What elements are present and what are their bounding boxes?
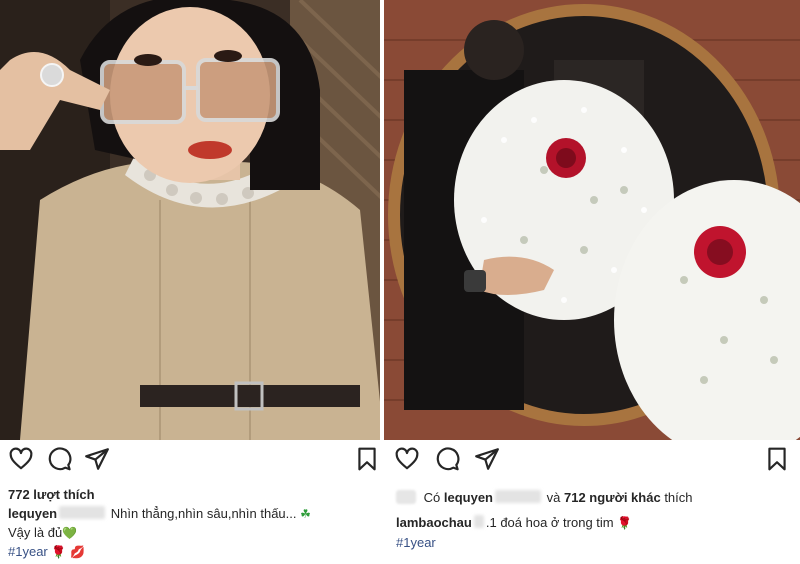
rose-emoji: 🌹 <box>617 516 633 530</box>
caption-line-2: #1year <box>396 534 436 551</box>
post-photo-woman-sunglasses[interactable] <box>0 0 384 440</box>
shamrock-emoji: ☘ <box>300 507 311 521</box>
liked-by-suffix: thích <box>664 490 693 505</box>
caption-text: .1 đoá hoa ở trong tim <box>485 515 614 530</box>
photo-illustration <box>384 0 800 440</box>
kiss-mark-emoji: 💋 <box>69 545 85 559</box>
comment-icon[interactable] <box>46 446 72 472</box>
hashtag-link[interactable]: #1year <box>8 544 48 559</box>
redacted-username-part <box>59 506 106 519</box>
instagram-post-left: 772 lượt thích lequyen Nhìn thẳng,nhìn s… <box>0 0 384 564</box>
liked-by-prefix: Có <box>423 490 441 505</box>
likes-count: 772 lượt thích <box>8 487 95 502</box>
liked-by-user-link[interactable]: lequyen <box>444 490 493 505</box>
bookmark-icon[interactable] <box>764 446 790 472</box>
caption-username[interactable]: lambaochau <box>396 515 472 530</box>
liked-by-and: và <box>546 490 561 505</box>
post-actions <box>0 446 384 476</box>
caption-line-1: lambaochau .1 đoá hoa ở trong tim 🌹 <box>396 514 632 532</box>
heart-icon[interactable] <box>394 446 420 472</box>
caption-username[interactable]: lequyen <box>8 506 57 521</box>
caption-text-2: Vậy là đủ <box>8 525 63 540</box>
liked-by-line: Có lequyen và 712 người khác thích <box>396 489 693 506</box>
instagram-post-right: Có lequyen và 712 người khác thích lamba… <box>384 0 800 564</box>
caption-line-3: #1year 🌹 💋 <box>8 543 85 561</box>
green-heart-emoji: 💚 <box>62 526 78 540</box>
redacted-username-part <box>495 490 541 503</box>
comment-icon[interactable] <box>434 446 460 472</box>
rose-emoji: 🌹 <box>51 545 67 559</box>
liked-by-others-link[interactable]: 712 người khác <box>564 490 661 505</box>
share-icon[interactable] <box>474 446 500 472</box>
caption-line-2: Vậy là đủ💚 <box>8 524 77 542</box>
hashtag-link[interactable]: #1year <box>396 535 436 550</box>
post-actions <box>384 446 800 476</box>
caption-text: Nhìn thẳng,nhìn sâu,nhìn thấu... <box>110 506 297 521</box>
share-icon[interactable] <box>84 446 110 472</box>
caption-line-1: lequyen Nhìn thẳng,nhìn sâu,nhìn thấu...… <box>8 505 311 523</box>
post-photo-flowers-mirror[interactable] <box>384 0 800 440</box>
heart-icon[interactable] <box>8 446 34 472</box>
photo-illustration <box>0 0 384 440</box>
bookmark-icon[interactable] <box>354 446 380 472</box>
redacted-username-part <box>473 515 484 528</box>
liker-avatar <box>396 490 416 504</box>
